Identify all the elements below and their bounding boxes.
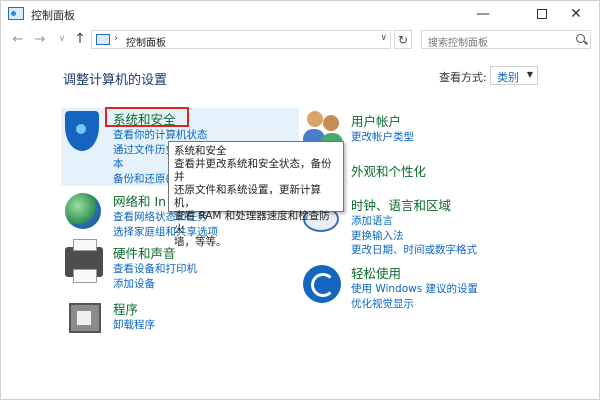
chevron-down-icon: ▼ (526, 70, 533, 79)
selection-highlight-box (105, 107, 189, 127)
search-placeholder: 搜索控制面板 (428, 38, 488, 49)
tooltip-line: 查看并更改系统和安全状态，备份并 (174, 158, 332, 183)
view-by-dropdown[interactable]: 类别 ▼ (490, 66, 538, 85)
category-programs: 程序 卸载程序 (113, 299, 155, 333)
refresh-button[interactable]: ↻ (394, 30, 412, 49)
category-title-hardware[interactable]: 硬件和声音 (113, 246, 176, 261)
address-bar[interactable]: › 控制面板 ∨ (91, 30, 391, 49)
control-panel-small-icon (96, 34, 110, 45)
programs-icon[interactable] (69, 303, 101, 333)
close-button[interactable]: ✕ (553, 1, 599, 27)
search-input[interactable]: 搜索控制面板 (421, 30, 591, 49)
link-change-date-format[interactable]: 更改日期、时间或数字格式 (351, 243, 477, 258)
maximize-icon (537, 9, 547, 19)
back-button[interactable]: ← (9, 30, 27, 48)
tooltip-line: 查看 RAM 和处理器速度和检查防火 (174, 210, 330, 235)
breadcrumb-separator: › (114, 33, 118, 44)
link-optimize-visual-display[interactable]: 优化视觉显示 (351, 297, 478, 312)
control-panel-icon (8, 7, 24, 20)
address-row: ← → ∨ ↑ › 控制面板 ∨ ↻ 搜索控制面板 (1, 27, 599, 51)
view-by-value: 类别 (497, 71, 519, 84)
tooltip-title: 系统和安全 (174, 145, 227, 157)
category-clock-language: 时钟、语言和区域 添加语言 更换输入法 更改日期、时间或数字格式 (351, 195, 477, 258)
link-uninstall-program[interactable]: 卸载程序 (113, 318, 155, 333)
ease-of-access-icon[interactable] (303, 265, 341, 303)
link-add-device[interactable]: 添加设备 (113, 277, 197, 292)
search-icon[interactable] (576, 34, 585, 43)
recent-locations-button[interactable]: ∨ (53, 30, 71, 48)
category-title-clock[interactable]: 时钟、语言和区域 (351, 198, 451, 213)
category-ease-of-access: 轻松使用 使用 Windows 建议的设置 优化视觉显示 (351, 263, 478, 311)
category-title-programs[interactable]: 程序 (113, 302, 138, 317)
category-appearance: 外观和个性化 (351, 161, 426, 180)
tooltip-line: 墙，等等。 (174, 236, 227, 248)
globe-icon[interactable] (65, 193, 101, 229)
tooltip-line: 还原文件和系统设置，更新计算机， (174, 184, 321, 209)
control-panel-window: 控制面板 — ✕ ← → ∨ ↑ › 控制面板 ∨ ↻ 搜索控制面板 调整计算机… (0, 0, 600, 400)
tooltip: 系统和安全 查看并更改系统和安全状态，备份并 还原文件和系统设置，更新计算机， … (168, 141, 344, 248)
title-bar: 控制面板 — ✕ (1, 1, 599, 27)
window-title: 控制面板 (31, 9, 75, 22)
category-user-accounts: 用户帐户 更改帐户类型 (351, 111, 414, 145)
up-button[interactable]: ↑ (71, 30, 89, 48)
link-change-account-type[interactable]: 更改帐户类型 (351, 130, 414, 145)
breadcrumb-control-panel[interactable]: 控制面板 (126, 34, 166, 49)
category-title-appearance[interactable]: 外观和个性化 (351, 164, 426, 179)
forward-button[interactable]: → (31, 30, 49, 48)
category-hardware-sound: 硬件和声音 查看设备和打印机 添加设备 (113, 243, 197, 291)
link-windows-suggested-settings[interactable]: 使用 Windows 建议的设置 (351, 282, 478, 297)
link-devices-printers[interactable]: 查看设备和打印机 (113, 262, 197, 277)
view-by-label: 查看方式: (439, 71, 487, 84)
printer-icon[interactable] (65, 239, 103, 283)
link-add-language[interactable]: 添加语言 (351, 214, 477, 229)
category-title-user-accounts[interactable]: 用户帐户 (351, 114, 401, 129)
minimize-button[interactable]: — (460, 1, 506, 27)
page-title: 调整计算机的设置 (63, 73, 168, 88)
category-title-ease[interactable]: 轻松使用 (351, 266, 401, 281)
address-dropdown-button[interactable]: ∨ (380, 33, 387, 43)
link-change-input-method[interactable]: 更换输入法 (351, 229, 477, 244)
category-title-network[interactable]: 网络和 In (113, 194, 166, 209)
